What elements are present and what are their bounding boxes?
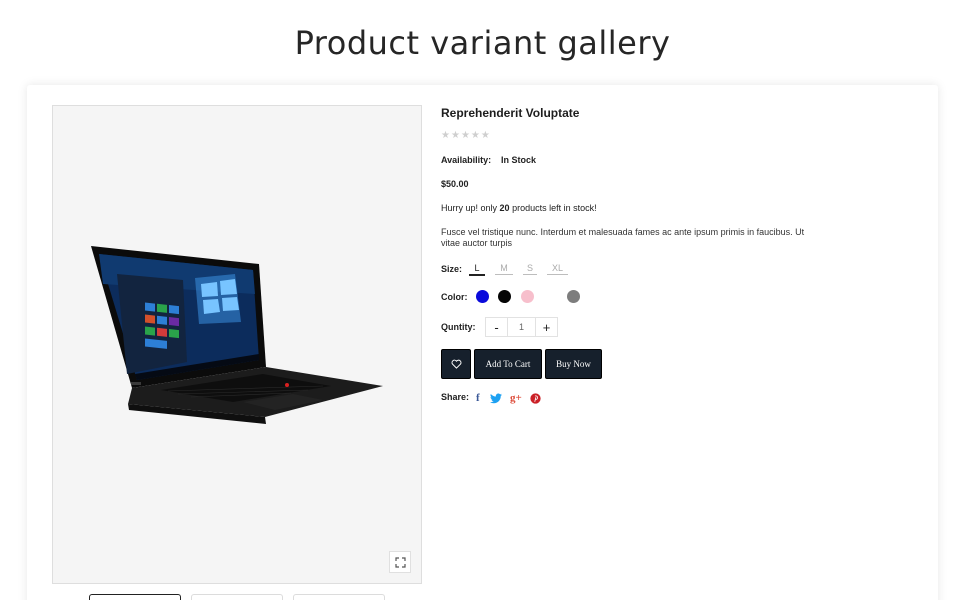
quantity-decrease-button[interactable]: - (486, 318, 507, 336)
color-swatch-pink[interactable] (521, 290, 534, 303)
laptop-image (91, 246, 383, 424)
availability-value: In Stock (501, 155, 537, 165)
gallery-thumbnail[interactable] (293, 594, 385, 600)
product-title: Reprehenderit Voluptate (441, 106, 580, 120)
main-product-image[interactable] (52, 105, 422, 584)
stock-notice-prefix: Hurry up! only (441, 203, 498, 213)
gallery-thumbnail[interactable] (191, 594, 283, 600)
color-swatch-blue[interactable] (476, 290, 489, 303)
buy-now-button[interactable]: Buy Now (545, 349, 602, 379)
quantity-selector: Quntity: - 1 + (441, 317, 641, 337)
color-swatch-white[interactable] (544, 290, 557, 303)
size-option-m[interactable]: M (495, 263, 513, 275)
size-option-s[interactable]: S (523, 263, 537, 275)
size-label: Size: (441, 264, 463, 274)
share-label: Share: (441, 392, 470, 402)
quantity-increase-button[interactable]: + (536, 318, 557, 336)
star-icon: ★ (470, 130, 480, 141)
gallery-thumbnail[interactable] (89, 594, 181, 600)
heart-icon (451, 359, 461, 369)
color-swatch-black[interactable] (498, 290, 511, 303)
stock-count: 20 (499, 203, 510, 213)
quantity-label: Quntity: (441, 322, 476, 332)
wishlist-button[interactable] (441, 349, 471, 379)
color-selector: Color: (441, 290, 641, 306)
color-swatch-gray[interactable] (567, 290, 580, 303)
share-row: Share: f g+ (441, 391, 641, 405)
quantity-input[interactable]: 1 (507, 318, 536, 336)
availability-label: Availability: (441, 155, 492, 165)
page-title: Product variant gallery (294, 24, 671, 62)
product-description: Fusce vel tristique nunc. Interdum et ma… (441, 227, 805, 248)
add-to-cart-button[interactable]: Add To Cart (474, 349, 542, 379)
star-icon: ★ (450, 130, 460, 141)
star-icon: ★ (441, 130, 450, 141)
pinterest-icon[interactable] (530, 391, 541, 408)
size-option-l[interactable]: L (469, 263, 485, 276)
star-icon: ★ (460, 130, 470, 141)
quantity-stepper: - 1 + (485, 317, 558, 337)
twitter-icon[interactable] (490, 391, 502, 408)
expand-icon (394, 556, 406, 568)
size-option-xl[interactable]: XL (547, 263, 568, 275)
stock-notice-suffix: products left in stock! (512, 203, 597, 213)
stock-notice: Hurry up! only 20 products left in stock… (441, 203, 597, 213)
product-card: Reprehenderit Voluptate ★ ★ ★ ★ ★ Availa… (27, 85, 938, 600)
fullscreen-button[interactable] (389, 551, 411, 573)
rating-stars: ★ ★ ★ ★ ★ (441, 131, 490, 141)
availability-row: Availability: In Stock (441, 155, 536, 165)
color-label: Color: (441, 292, 468, 302)
size-selector: Size: L M S XL (441, 263, 641, 279)
star-icon: ★ (480, 130, 490, 141)
facebook-icon[interactable]: f (476, 391, 480, 405)
google-plus-icon[interactable]: g+ (510, 391, 522, 405)
product-price: $50.00 (441, 179, 469, 189)
